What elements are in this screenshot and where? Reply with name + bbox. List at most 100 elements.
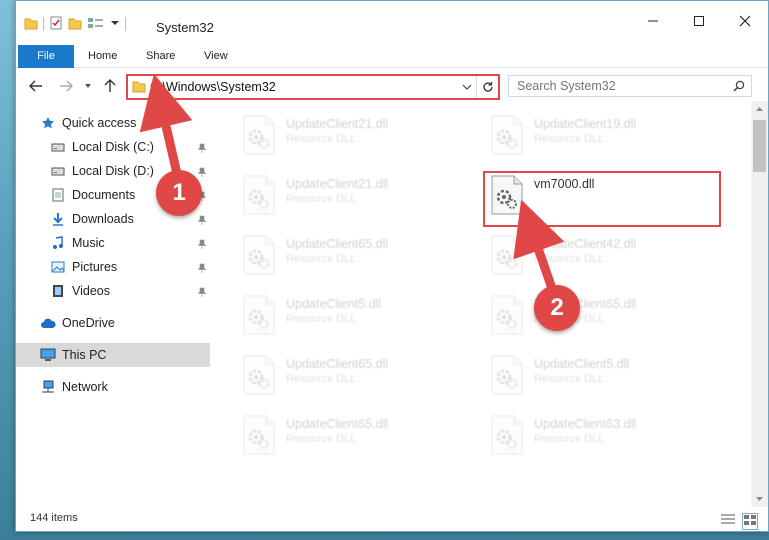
tab-view[interactable]: View — [204, 45, 228, 67]
dll-file-icon — [242, 115, 276, 158]
file-type: Resource DLL — [286, 313, 357, 325]
dll-file-icon — [490, 295, 524, 338]
file-type: Resource DLL — [286, 373, 357, 385]
nav-label: This PC — [62, 348, 107, 362]
properties-icon[interactable] — [49, 16, 63, 33]
sidebar-item[interactable]: Local Disk (C:) — [16, 135, 210, 159]
nav-label: OneDrive — [62, 316, 115, 330]
address-bar[interactable]: C:\Windows\System32 — [126, 74, 500, 100]
folder-icon[interactable] — [24, 16, 38, 33]
step-badge-1: 1 — [156, 170, 202, 216]
file-item[interactable]: UpdateClient5.dll Resource DLL — [238, 291, 478, 339]
file-name: UpdateClient65.dll — [286, 237, 389, 251]
maximize-icon — [694, 16, 704, 26]
nav-network[interactable]: Network — [16, 375, 210, 399]
star-icon — [40, 115, 56, 131]
pin-icon[interactable] — [197, 238, 207, 252]
pin-icon[interactable] — [197, 142, 207, 156]
tab-file[interactable]: File — [18, 45, 74, 68]
nav-label: Documents — [72, 188, 136, 202]
vertical-scrollbar[interactable] — [751, 101, 768, 507]
address-row: C:\Windows\System32 — [16, 71, 768, 101]
window-controls — [630, 1, 768, 41]
search-icon[interactable] — [733, 80, 745, 95]
file-item[interactable]: UpdateClient63.dll Resource DLL — [486, 411, 726, 459]
recent-locations-button[interactable] — [82, 77, 94, 95]
file-item[interactable]: UpdateClient21.dll Resource DLL — [238, 171, 478, 219]
file-item[interactable]: UpdateClient65.dllResource DLL — [486, 291, 726, 339]
pictures-icon — [50, 259, 66, 275]
maximize-button[interactable] — [676, 1, 722, 41]
documents-icon — [50, 187, 66, 203]
file-item[interactable]: UpdateClient5.dll Resource DLL — [486, 351, 726, 399]
file-name: UpdateClient21.dll — [286, 117, 389, 131]
tab-share[interactable]: Share — [146, 45, 175, 67]
refresh-button[interactable] — [476, 76, 498, 98]
item-count: 144 items — [30, 512, 78, 524]
file-name: UpdateClient65.dll — [286, 357, 389, 371]
drive-icon — [50, 139, 66, 155]
up-button[interactable] — [102, 77, 118, 95]
minimize-button[interactable] — [630, 1, 676, 41]
file-item[interactable]: UpdateClient21.dll Resource DLL — [238, 111, 478, 159]
sidebar-item[interactable]: Pictures — [16, 255, 210, 279]
download-icon — [50, 211, 66, 227]
scroll-up-icon[interactable] — [755, 106, 764, 112]
videos-icon — [50, 283, 66, 299]
dll-file-icon — [490, 355, 524, 398]
folder-icon — [132, 79, 146, 96]
window-title: System32 — [156, 20, 214, 35]
tab-home[interactable]: Home — [88, 45, 117, 67]
file-item[interactable]: UpdateClient19.dll Resource DLL — [486, 111, 726, 159]
forward-button[interactable] — [56, 77, 76, 95]
address-path: C:\Windows\System32 — [150, 80, 276, 94]
customize-icon[interactable] — [87, 16, 105, 33]
scroll-thumb[interactable] — [753, 120, 766, 172]
large-icons-view-icon[interactable] — [742, 513, 758, 530]
back-button[interactable] — [26, 77, 46, 95]
file-name: UpdateClient5.dll — [534, 357, 630, 371]
close-button[interactable] — [722, 1, 768, 41]
chevron-down-icon — [85, 84, 91, 88]
dll-file-icon — [490, 235, 524, 278]
pin-icon[interactable] — [197, 286, 207, 300]
step-badge-2: 2 — [534, 285, 580, 331]
network-icon — [40, 379, 56, 395]
file-name: UpdateClient21.dll — [286, 177, 389, 191]
nav-onedrive[interactable]: OneDrive — [16, 311, 210, 335]
file-item[interactable]: UpdateClient42.dll Resource DLL — [486, 231, 726, 279]
sidebar-item[interactable]: Videos — [16, 279, 210, 303]
forward-arrow-icon — [60, 80, 73, 92]
qat-dropdown-icon[interactable] — [110, 17, 120, 31]
details-view-icon[interactable] — [720, 513, 736, 530]
cloud-icon — [40, 315, 56, 331]
nav-label: Music — [72, 236, 105, 250]
file-name: UpdateClient42.dll — [534, 237, 637, 251]
pin-icon[interactable] — [197, 166, 207, 180]
file-list: UpdateClient21.dll Resource DLL UpdateClie… — [238, 105, 746, 505]
nav-label: Downloads — [72, 212, 134, 226]
nav-this-pc[interactable]: This PC — [16, 343, 210, 367]
dll-file-icon — [242, 415, 276, 458]
file-item[interactable]: UpdateClient65.dll Resource DLL — [238, 231, 478, 279]
nav-quick-access[interactable]: Quick access — [16, 111, 210, 135]
address-dropdown-icon[interactable] — [462, 81, 472, 95]
music-icon — [50, 235, 66, 251]
scroll-down-icon[interactable] — [755, 496, 764, 502]
file-type: Resource DLL — [534, 433, 605, 445]
status-bar: 144 items — [16, 507, 768, 531]
drive-icon — [50, 163, 66, 179]
pin-icon[interactable] — [197, 214, 207, 228]
up-arrow-icon — [104, 79, 116, 92]
file-item[interactable]: UpdateClient65.dllResource DLL — [238, 411, 478, 459]
search-input[interactable] — [509, 76, 719, 96]
nav-label: Videos — [72, 284, 110, 298]
sidebar-item[interactable]: Music — [16, 231, 210, 255]
file-type: Resource DLL — [286, 253, 357, 265]
dll-file-icon — [490, 115, 524, 158]
title-bar: System32 — [16, 1, 768, 41]
file-item[interactable]: UpdateClient65.dll Resource DLL — [238, 351, 478, 399]
new-folder-icon[interactable] — [68, 16, 82, 33]
pin-icon[interactable] — [197, 262, 207, 276]
quick-access-toolbar — [24, 15, 126, 33]
